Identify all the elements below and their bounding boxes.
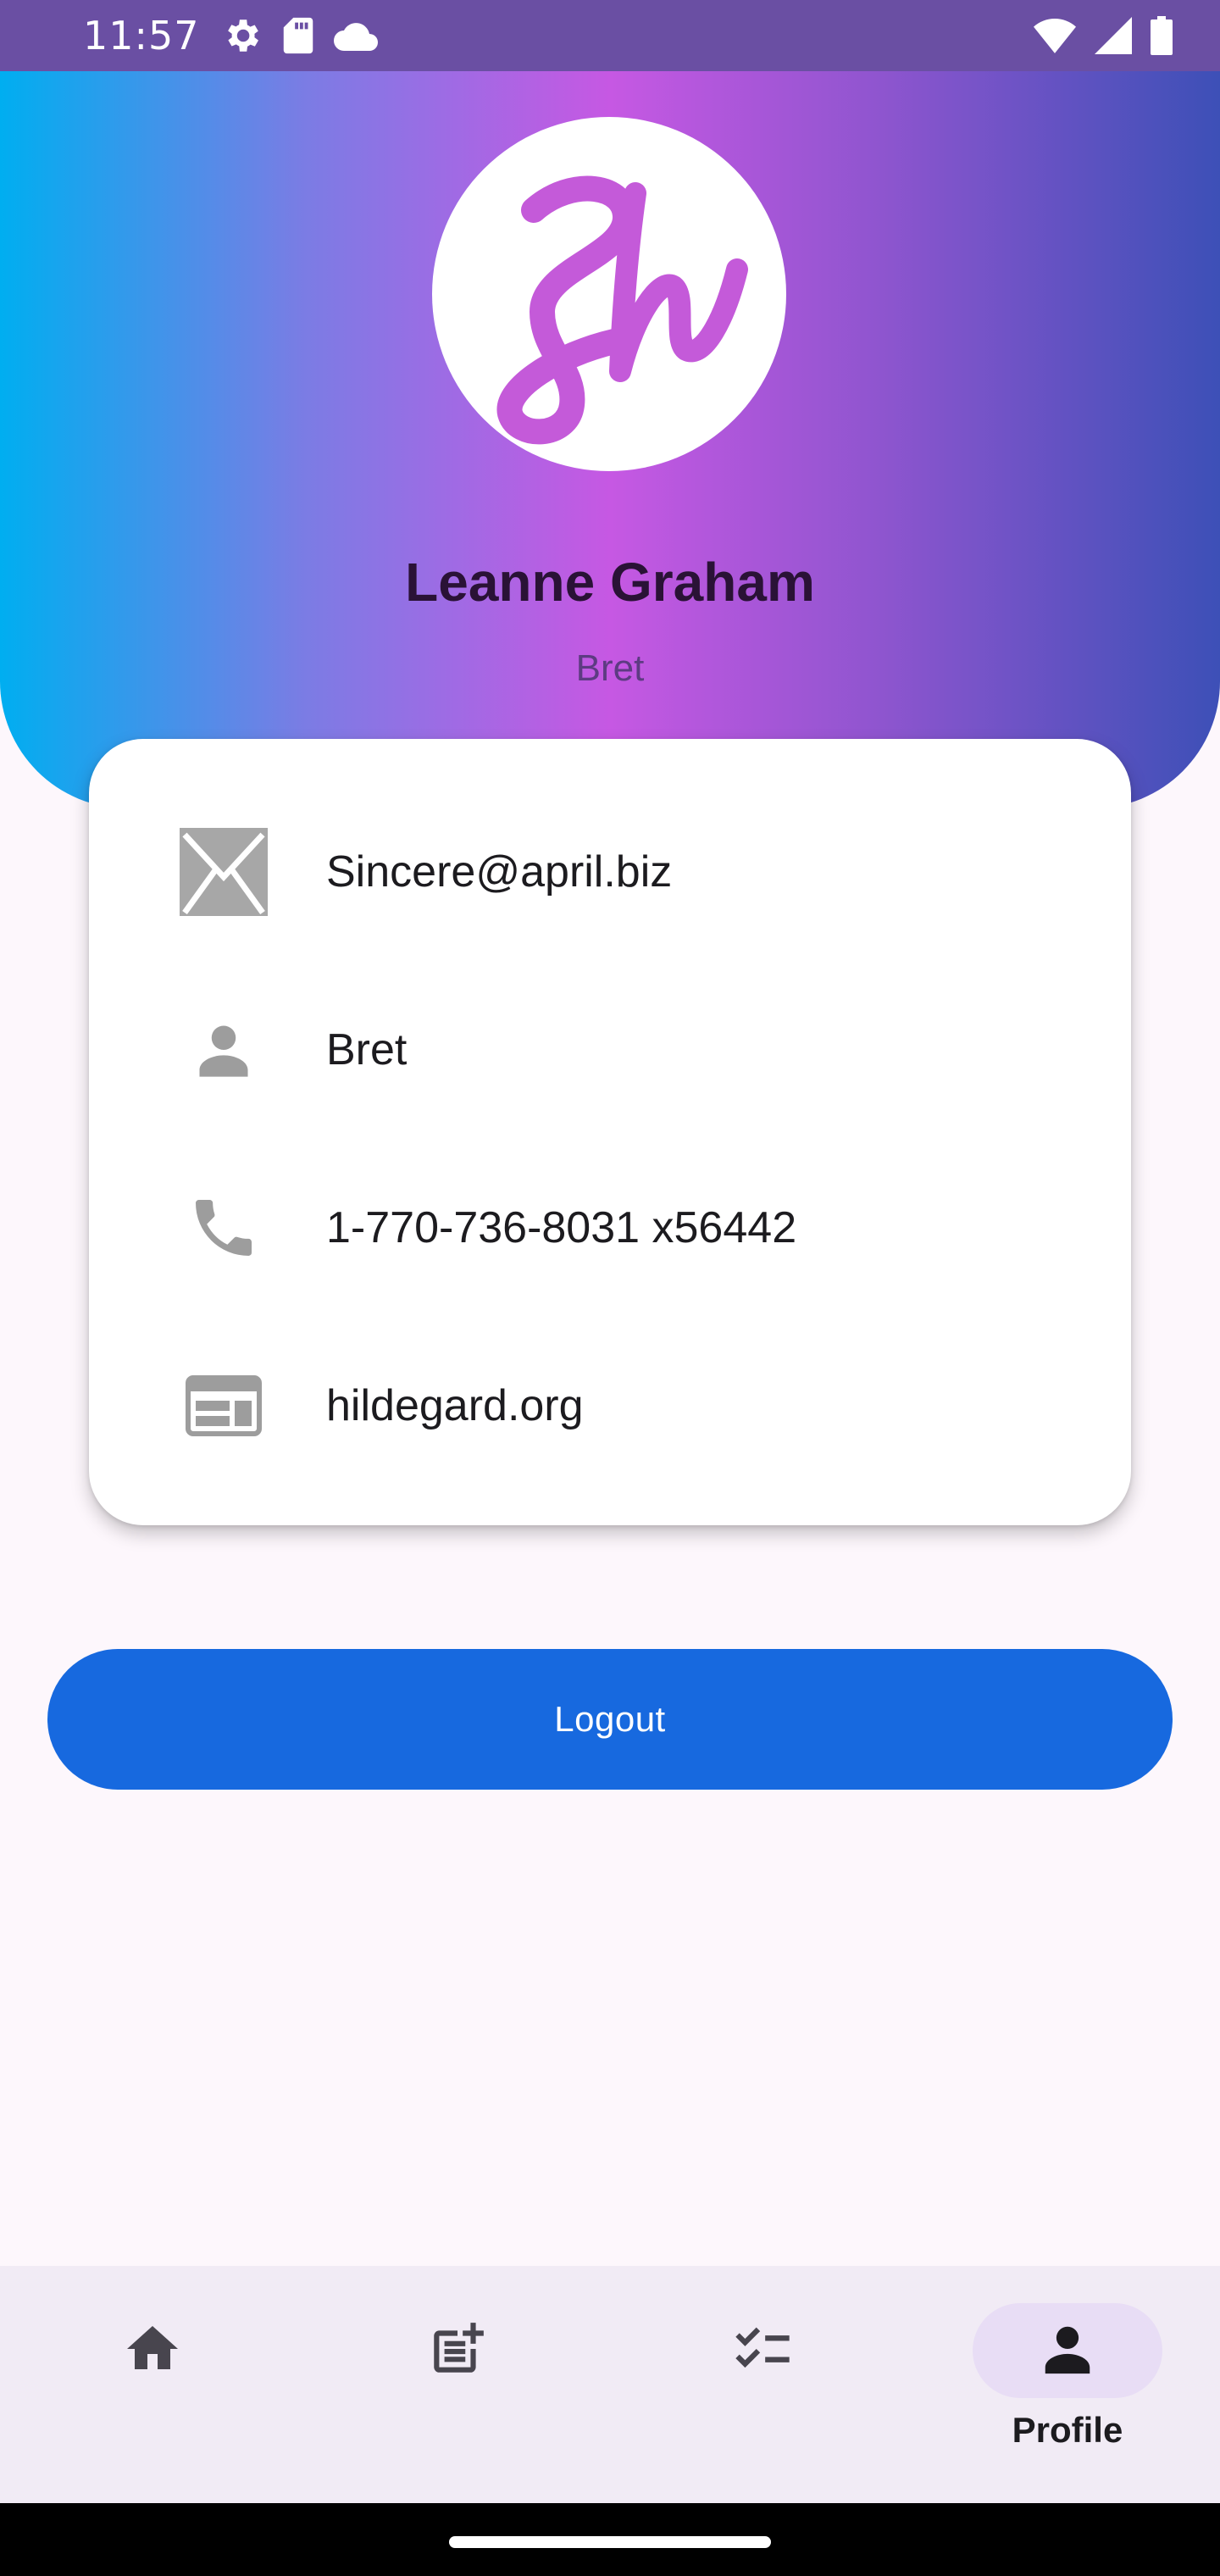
username-value: Bret (326, 1025, 408, 1074)
signal-icon (1095, 17, 1132, 54)
cloud-icon (333, 19, 378, 53)
nav-profile[interactable]: Profile (915, 2266, 1220, 2503)
website-value: hildegard.org (326, 1381, 584, 1430)
phone-icon (177, 1181, 270, 1274)
bottom-navigation: Profile (0, 2266, 1220, 2503)
checklist-icon (730, 2317, 795, 2385)
website-icon (177, 1359, 270, 1452)
email-value: Sincere@april.biz (326, 847, 673, 897)
user-info-card: Sincere@april.biz Bret 1-770-736-8031 x5… (89, 739, 1131, 1525)
home-gesture-handle[interactable] (449, 2536, 771, 2548)
nav-active-indicator (973, 2303, 1162, 2398)
profile-username: Bret (575, 647, 645, 689)
phone-value: 1-770-736-8031 x56442 (326, 1203, 797, 1252)
status-time: 11:57 (83, 13, 200, 58)
nav-todos[interactable] (610, 2266, 915, 2503)
settings-icon (220, 14, 263, 57)
status-bar: 11:57 (0, 0, 1220, 71)
email-icon (177, 825, 270, 919)
person-icon (177, 1003, 270, 1096)
nav-home[interactable] (0, 2266, 305, 2503)
wifi-icon (1034, 18, 1076, 53)
post-add-icon (426, 2318, 489, 2384)
website-row: hildegard.org (89, 1342, 1131, 1469)
profile-icon (1038, 2319, 1097, 2383)
sd-card-icon (281, 16, 315, 55)
logout-button[interactable]: Logout (47, 1649, 1173, 1790)
phone-row: 1-770-736-8031 x56442 (89, 1164, 1131, 1291)
email-row: Sincere@april.biz (89, 808, 1131, 935)
profile-name: Leanne Graham (405, 552, 815, 613)
home-icon (122, 2318, 183, 2384)
nav-profile-label: Profile (1012, 2410, 1123, 2450)
username-row: Bret (89, 986, 1131, 1113)
app-logo (432, 117, 786, 471)
nav-posts[interactable] (305, 2266, 610, 2503)
battery-icon (1151, 16, 1173, 55)
